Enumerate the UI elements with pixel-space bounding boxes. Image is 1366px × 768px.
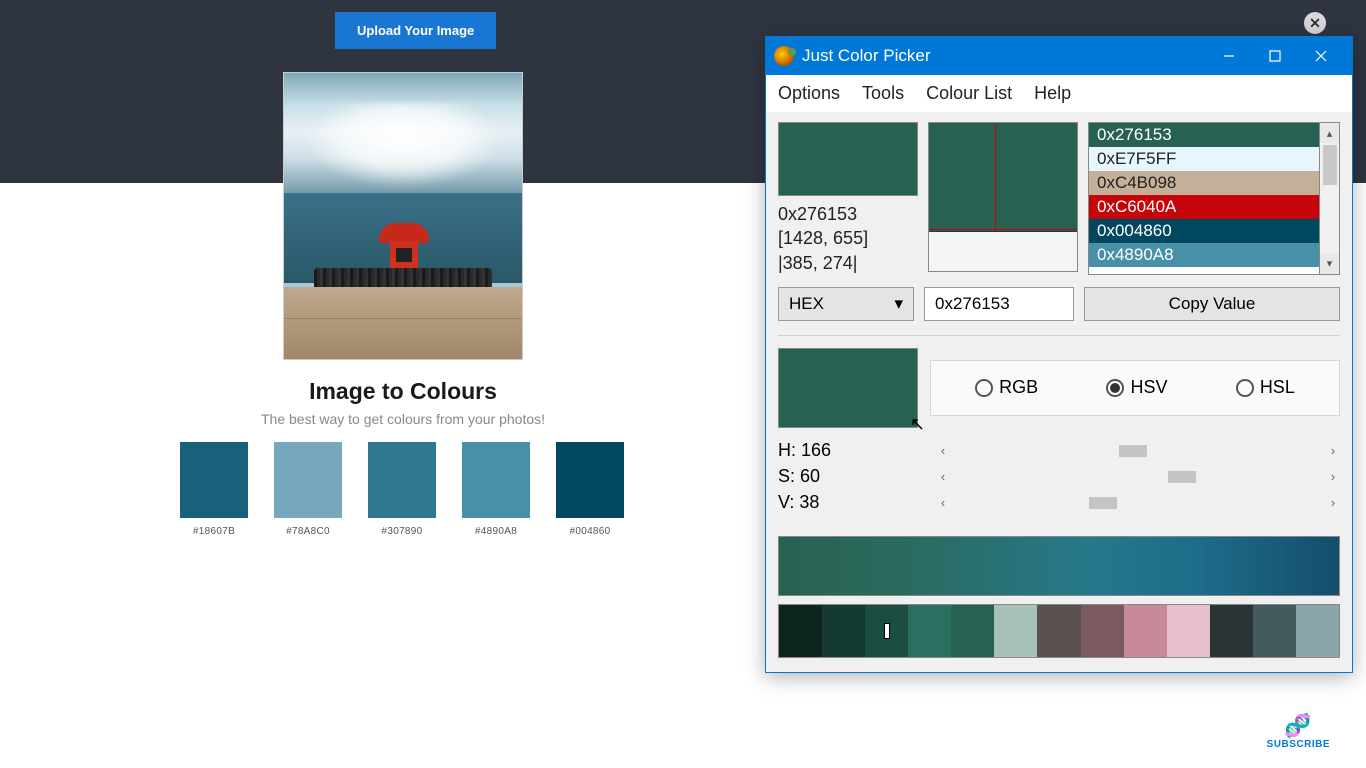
page-subtitle: The best way to get colours from your ph… (0, 411, 806, 427)
shade-cell[interactable] (779, 605, 822, 657)
shade-row[interactable] (778, 604, 1340, 658)
dna-icon: 🧬 (1267, 713, 1330, 739)
radio-rgb[interactable]: RGB (975, 377, 1038, 398)
window-title: Just Color Picker (802, 46, 1206, 66)
v-label: V: 38 (778, 492, 936, 513)
palette-swatch[interactable]: #78A8C0 (274, 442, 342, 537)
shade-cell[interactable] (994, 605, 1037, 657)
scroll-down-icon[interactable]: ▾ (1320, 254, 1339, 274)
gradient-bar[interactable] (778, 536, 1340, 596)
color-model-group: RGB HSV HSL (930, 360, 1340, 416)
s-slider[interactable] (950, 467, 1326, 487)
shade-cell[interactable] (822, 605, 865, 657)
color-value-input[interactable] (924, 287, 1074, 321)
maximize-button[interactable] (1252, 37, 1298, 75)
copy-value-button[interactable]: Copy Value (1084, 287, 1340, 321)
shade-cell[interactable] (951, 605, 994, 657)
menubar: Options Tools Colour List Help (766, 75, 1352, 112)
h-label: H: 166 (778, 440, 936, 461)
scroll-up-icon[interactable]: ▴ (1320, 123, 1339, 143)
v-slider[interactable] (950, 493, 1326, 513)
close-icon[interactable]: ✕ (1304, 12, 1326, 34)
color-list-item[interactable]: 0x004860 (1089, 219, 1319, 243)
palette-swatch[interactable]: #004860 (556, 442, 624, 537)
screen-coords: [1428, 655] (778, 226, 918, 250)
menu-tools[interactable]: Tools (862, 83, 904, 104)
format-select[interactable]: HEX ▾ (778, 287, 914, 321)
cursor-icon: ↖ (910, 414, 925, 435)
radio-hsl[interactable]: HSL (1236, 377, 1295, 398)
color-list-scrollbar[interactable]: ▴ ▾ (1320, 122, 1340, 275)
magnifier (928, 122, 1078, 272)
upload-button[interactable]: Upload Your Image (335, 12, 496, 49)
swatch-label: #307890 (381, 526, 422, 537)
radio-hsv[interactable]: HSV (1106, 377, 1167, 398)
subscribe-badge[interactable]: 🧬 SUBSCRIBE (1267, 713, 1330, 750)
shade-cell[interactable] (1167, 605, 1210, 657)
v-decrease[interactable]: ‹ (936, 495, 950, 510)
color-info: 0x276153 [1428, 655] |385, 274| (778, 202, 918, 275)
color-list-item[interactable]: 0x4890A8 (1089, 243, 1319, 267)
local-coords: |385, 274| (778, 251, 918, 275)
menu-options[interactable]: Options (778, 83, 840, 104)
swatch-label: #4890A8 (475, 526, 517, 537)
color-list-item[interactable]: 0xE7F5FF (1089, 147, 1319, 171)
color-list-item[interactable]: 0x276153 (1089, 123, 1319, 147)
h-increase[interactable]: › (1326, 443, 1340, 458)
h-slider[interactable] (950, 441, 1326, 461)
shade-cell[interactable] (1253, 605, 1296, 657)
subscribe-label: SUBSCRIBE (1267, 739, 1330, 750)
color-picker-window: Just Color Picker Options Tools Colour L… (765, 36, 1353, 673)
uploaded-image (283, 72, 523, 360)
menu-help[interactable]: Help (1034, 83, 1071, 104)
page-heading: Image to Colours The best way to get col… (0, 378, 806, 427)
shade-cell[interactable] (1081, 605, 1124, 657)
shade-cell[interactable] (1124, 605, 1167, 657)
shade-cell[interactable] (865, 605, 908, 657)
page-title: Image to Colours (0, 378, 806, 405)
swatch-label: #18607B (193, 526, 235, 537)
extracted-palette: #18607B #78A8C0 #307890 #4890A8 #004860 (180, 442, 624, 537)
v-increase[interactable]: › (1326, 495, 1340, 510)
swatch-label: #004860 (569, 526, 610, 537)
close-button[interactable] (1298, 37, 1344, 75)
current-color-swatch (778, 122, 918, 196)
titlebar[interactable]: Just Color Picker (766, 37, 1352, 75)
color-list-item[interactable]: 0xC6040A (1089, 195, 1319, 219)
shade-cell[interactable] (1210, 605, 1253, 657)
color-list[interactable]: 0x2761530xE7F5FF0xC4B0980xC6040A0x004860… (1088, 122, 1320, 275)
palette-swatch[interactable]: #4890A8 (462, 442, 530, 537)
s-label: S: 60 (778, 466, 936, 487)
chevron-down-icon: ▾ (894, 294, 903, 314)
color-list-item[interactable]: 0xC4B098 (1089, 171, 1319, 195)
shade-cell[interactable] (1296, 605, 1339, 657)
hsv-sliders: H: 166 ‹ › S: 60 ‹ › V: 38 ‹ › (778, 438, 1340, 516)
s-increase[interactable]: › (1326, 469, 1340, 484)
sample-swatch: ↖ (778, 348, 918, 428)
minimize-button[interactable] (1206, 37, 1252, 75)
format-value: HEX (789, 294, 824, 314)
palette-swatch[interactable]: #307890 (368, 442, 436, 537)
shade-cell[interactable] (1037, 605, 1080, 657)
swatch-label: #78A8C0 (286, 526, 330, 537)
shade-cell[interactable] (908, 605, 951, 657)
scroll-thumb[interactable] (1323, 145, 1337, 185)
palette-swatch[interactable]: #18607B (180, 442, 248, 537)
h-decrease[interactable]: ‹ (936, 443, 950, 458)
app-icon (774, 46, 794, 66)
hex-readout: 0x276153 (778, 202, 918, 226)
menu-colour-list[interactable]: Colour List (926, 83, 1012, 104)
s-decrease[interactable]: ‹ (936, 469, 950, 484)
